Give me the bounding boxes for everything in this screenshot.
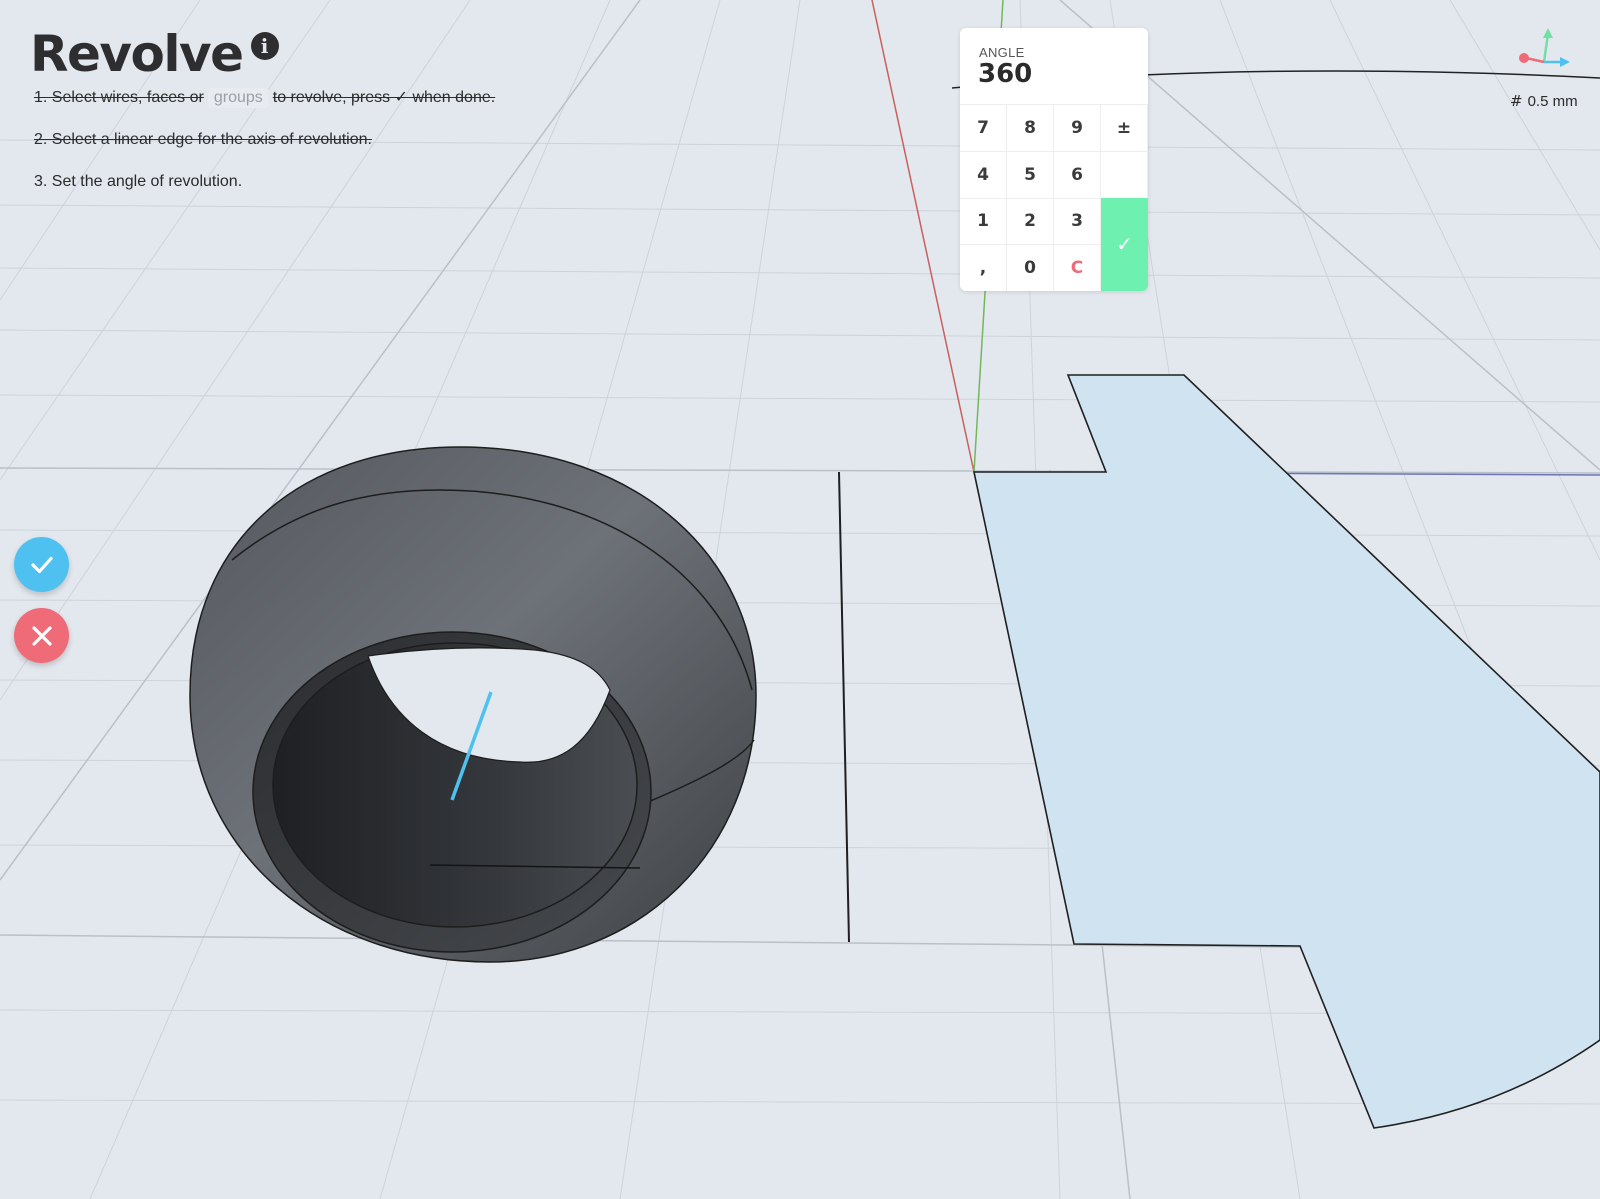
step-1-text-b: to revolve, press ✓ when done. bbox=[272, 89, 496, 106]
axis-gizmo-icon bbox=[1519, 28, 1570, 67]
step-2-text: 2. Select a linear edge for the axis of … bbox=[34, 131, 372, 148]
key-6[interactable]: 6 bbox=[1054, 150, 1101, 198]
key-2[interactable]: 2 bbox=[1007, 197, 1054, 245]
angle-keypad: ANGLE 360 7 8 9 ± 4 5 6 1 2 3 ✓ , 0 C bbox=[960, 28, 1148, 291]
step-3: 3. Set the angle of revolution. bbox=[34, 172, 495, 214]
step-3-text: 3. Set the angle of revolution. bbox=[34, 173, 243, 190]
axis-gizmo[interactable] bbox=[1514, 26, 1574, 76]
angle-label: ANGLE bbox=[979, 45, 1025, 60]
grid-size-indicator[interactable]: # 0.5 mm bbox=[1510, 92, 1578, 110]
close-icon bbox=[31, 625, 52, 646]
step-1: 1. Select wires, faces or groups to revolv… bbox=[34, 88, 495, 130]
angle-value[interactable]: 360 bbox=[978, 59, 1032, 89]
page-title: Revolve bbox=[30, 25, 244, 83]
key-9[interactable]: 9 bbox=[1054, 104, 1101, 151]
key-7[interactable]: 7 bbox=[960, 104, 1007, 151]
x-axis-line bbox=[871, 0, 975, 473]
grid-size-value: 0.5 mm bbox=[1527, 92, 1578, 110]
info-icon[interactable]: i bbox=[250, 32, 279, 60]
keypad-grid: 7 8 9 ± 4 5 6 1 2 3 ✓ , 0 C bbox=[960, 104, 1148, 291]
confirm-button[interactable] bbox=[14, 537, 69, 592]
revolved-solid[interactable] bbox=[189, 446, 757, 963]
tool-header: Revolve i bbox=[30, 26, 279, 82]
key-8[interactable]: 8 bbox=[1007, 104, 1054, 151]
profile-face[interactable] bbox=[973, 374, 1600, 1129]
linear-edge[interactable] bbox=[838, 471, 850, 943]
cancel-button[interactable] bbox=[14, 608, 69, 663]
checkmark-icon bbox=[30, 556, 53, 573]
step-2: 2. Select a linear edge for the axis of … bbox=[34, 130, 495, 172]
key-5[interactable]: 5 bbox=[1007, 150, 1054, 198]
key-blank bbox=[1101, 150, 1148, 198]
key-plus-minus[interactable]: ± bbox=[1101, 104, 1148, 151]
grid-icon: # bbox=[1510, 92, 1523, 110]
instruction-steps: 1. Select wires, faces or groups to revolv… bbox=[34, 88, 495, 214]
key-clear[interactable]: C bbox=[1054, 244, 1101, 291]
step-1-text-a: 1. Select wires, faces or bbox=[34, 89, 204, 106]
key-0[interactable]: 0 bbox=[1007, 244, 1054, 291]
groups-chip[interactable]: groups bbox=[207, 88, 269, 108]
key-comma[interactable]: , bbox=[960, 244, 1007, 291]
key-4[interactable]: 4 bbox=[960, 150, 1007, 198]
key-3[interactable]: 3 bbox=[1054, 197, 1101, 245]
key-1[interactable]: 1 bbox=[960, 197, 1007, 245]
key-confirm[interactable]: ✓ bbox=[1101, 197, 1148, 291]
